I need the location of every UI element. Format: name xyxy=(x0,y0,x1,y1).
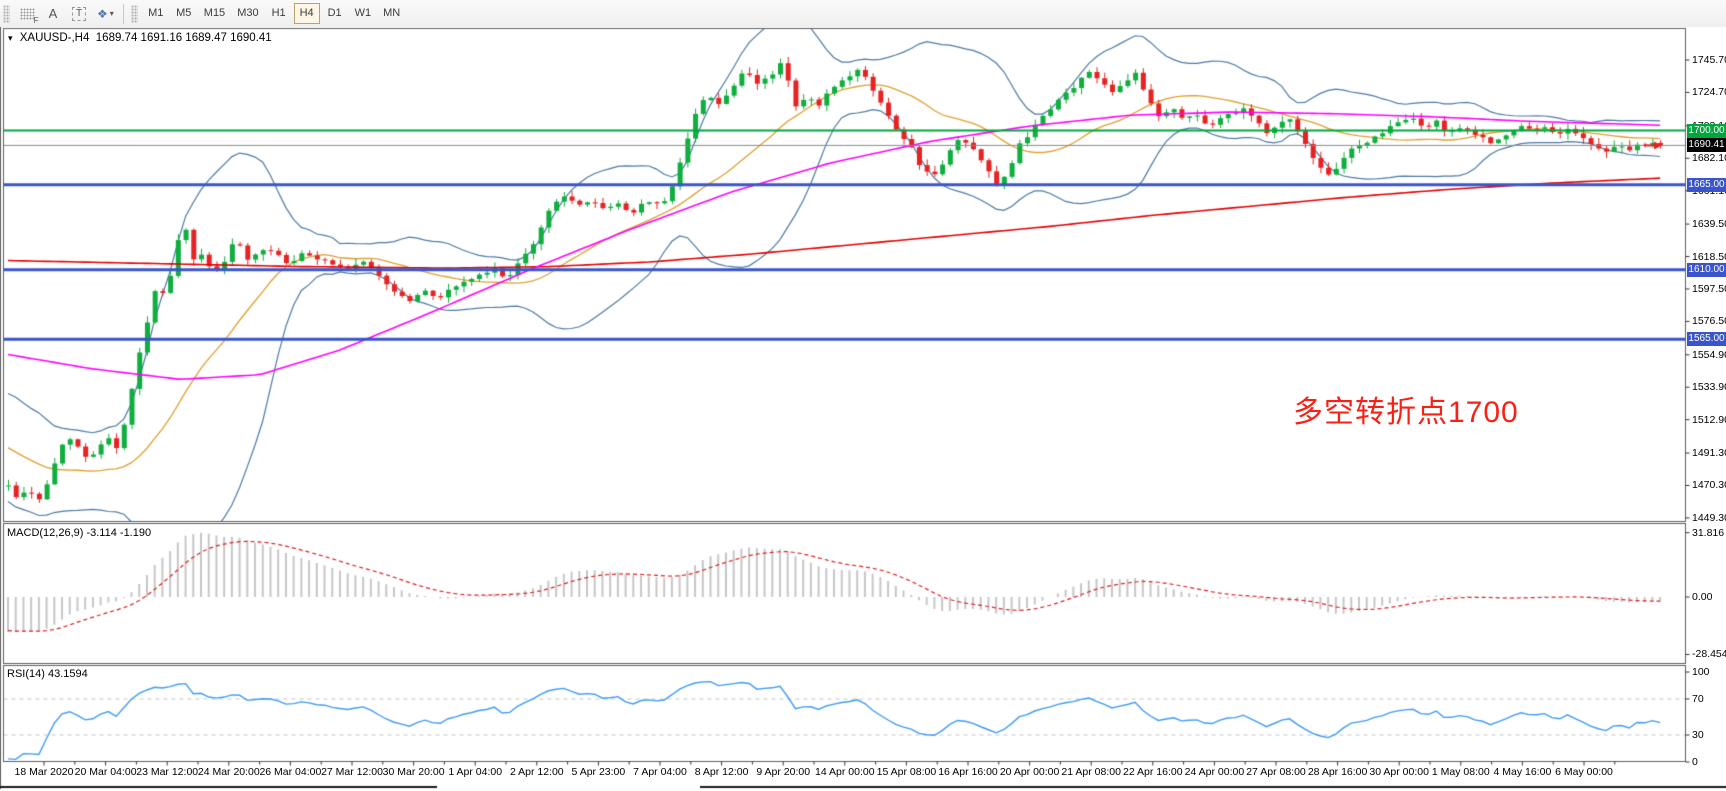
time-axis-label: 27 Mar 12:00 xyxy=(321,766,383,778)
time-axis-label: 8 Apr 12:00 xyxy=(695,766,749,778)
price-axis-tick: 1533.90 xyxy=(1692,381,1726,393)
price-axis-tick: 1554.90 xyxy=(1692,349,1726,361)
toolbar-separator xyxy=(123,4,124,24)
tool-dotted-grid-button[interactable]: F xyxy=(15,3,39,25)
time-axis-label: 24 Mar 20:00 xyxy=(198,766,260,778)
time-axis-label: 18 Mar 2020 xyxy=(15,766,74,778)
time-axis-label: 4 May 16:00 xyxy=(1493,766,1551,778)
time-axis-label: 27 Apr 08:00 xyxy=(1246,766,1306,778)
timeframe-m5-button[interactable]: M5 xyxy=(171,3,197,24)
time-axis-label: 14 Apr 00:00 xyxy=(815,766,875,778)
toolbar-grip[interactable] xyxy=(131,5,138,23)
current-price-badge: 1690.41 xyxy=(1687,138,1726,152)
chart-symbol-period: XAUUSD-,H4 xyxy=(20,32,90,44)
timeframe-m1-button[interactable]: M1 xyxy=(143,3,169,24)
timeframe-h1-button[interactable]: H1 xyxy=(266,3,292,24)
price-level-badge: 1610.00 xyxy=(1687,263,1726,277)
timeframe-m15-button[interactable]: M15 xyxy=(199,3,230,24)
macd-axis-tick: 0.00 xyxy=(1692,591,1712,603)
dotted-grid-icon: F xyxy=(20,8,35,20)
timeframe-mn-button[interactable]: MN xyxy=(378,3,405,24)
time-axis-label: 28 Apr 16:00 xyxy=(1308,766,1368,778)
timeframe-m30-button[interactable]: M30 xyxy=(232,3,263,24)
time-axis-label: 2 Apr 12:00 xyxy=(510,766,564,778)
timeframe-w1-button[interactable]: W1 xyxy=(350,3,377,24)
timeframe-buttons-group: M1M5M15M30H1H4D1W1MN xyxy=(142,0,406,27)
time-axis-label: 15 Apr 08:00 xyxy=(877,766,937,778)
price-axis-tick: 1618.50 xyxy=(1692,251,1726,263)
time-axis-label: 26 Mar 04:00 xyxy=(259,766,321,778)
price-axis-tick: 1682.10 xyxy=(1692,152,1726,164)
chart-window: ▾ XAUUSD-,H4 1689.74 1691.16 1689.47 169… xyxy=(0,27,1726,791)
price-axis-tick: 1470.30 xyxy=(1692,479,1726,491)
time-axis-label: 1 May 08:00 xyxy=(1432,766,1490,778)
price-level-badge: 1565.00 xyxy=(1687,332,1726,346)
time-axis-label: 7 Apr 04:00 xyxy=(633,766,687,778)
time-axis-label: 24 Apr 00:00 xyxy=(1185,766,1245,778)
rsi-axis-tick: 70 xyxy=(1692,693,1704,705)
text-tool-icon: A xyxy=(49,6,58,21)
macd-axis-tick: -28.454 xyxy=(1692,648,1726,660)
rsi-axis-tick: 0 xyxy=(1692,756,1698,768)
time-axis-label: 21 Apr 08:00 xyxy=(1061,766,1121,778)
time-axis-label: 6 May 00:00 xyxy=(1555,766,1613,778)
time-axis-label: 5 Apr 23:00 xyxy=(572,766,626,778)
drawing-tools-group: F AT ❖▾ xyxy=(14,0,119,27)
price-axis-tick: 1597.50 xyxy=(1692,283,1726,295)
macd-indicator-label: MACD(12,26,9) -3.114 -1.190 xyxy=(7,527,151,539)
time-axis-label: 23 Mar 12:00 xyxy=(136,766,198,778)
time-axis-label: 16 Apr 16:00 xyxy=(938,766,998,778)
time-axis-label: 20 Mar 04:00 xyxy=(75,766,137,778)
macd-axis-tick: 31.816 xyxy=(1692,527,1724,539)
chevron-down-icon: ▾ xyxy=(110,9,114,18)
time-axis-label: 30 Apr 00:00 xyxy=(1369,766,1429,778)
time-axis-label: 9 Apr 20:00 xyxy=(756,766,810,778)
price-level-badge: 1700.00 xyxy=(1687,124,1726,138)
toolbar-grip[interactable] xyxy=(3,5,10,23)
chart-title[interactable]: ▾ XAUUSD-,H4 1689.74 1691.16 1689.47 169… xyxy=(8,32,272,44)
price-axis-tick: 1491.30 xyxy=(1692,447,1726,459)
price-axis-tick: 1512.90 xyxy=(1692,414,1726,426)
price-axis-tick: 1724.70 xyxy=(1692,86,1726,98)
price-axis-tick: 1576.50 xyxy=(1692,315,1726,327)
chart-caret-icon: ▾ xyxy=(8,33,13,43)
rsi-axis-tick: 30 xyxy=(1692,729,1704,741)
rsi-indicator-label: RSI(14) 43.1594 xyxy=(7,668,88,680)
price-level-badge: 1665.00 xyxy=(1687,178,1726,192)
timeframe-h4-button[interactable]: H4 xyxy=(294,3,320,24)
time-axis-label: 1 Apr 04:00 xyxy=(448,766,502,778)
time-axis-label: 20 Apr 00:00 xyxy=(1000,766,1060,778)
price-axis-tick: 1449.30 xyxy=(1692,512,1726,524)
chart-annotation-text: 多空转折点1700 xyxy=(1293,387,1519,431)
tool-text-label-button[interactable]: T xyxy=(67,3,91,25)
price-axis-tick: 1639.50 xyxy=(1692,218,1726,230)
time-axis-label: 30 Mar 20:00 xyxy=(383,766,445,778)
toolbar: F AT ❖▾ M1M5M15M30H1H4D1W1MN xyxy=(0,0,1726,28)
chart-ohlc-values: 1689.74 1691.16 1689.47 1690.41 xyxy=(96,32,272,44)
timeframe-d1-button[interactable]: D1 xyxy=(322,3,348,24)
time-axis-label: 22 Apr 16:00 xyxy=(1123,766,1183,778)
mt4-terminal: FAT❖▾ M1M5M15M30H1H4D1W1MN ▾ XAUUSD-,H4 … xyxy=(0,0,1726,791)
tool-text-button[interactable]: A xyxy=(41,3,65,25)
shapes-tool-icon: ❖ xyxy=(97,7,108,21)
price-axis-tick: 1745.70 xyxy=(1692,54,1726,66)
tool-shapes-button[interactable]: ❖▾ xyxy=(93,3,118,25)
rsi-axis-tick: 100 xyxy=(1692,666,1710,678)
text-label-tool-icon: T xyxy=(72,7,86,21)
